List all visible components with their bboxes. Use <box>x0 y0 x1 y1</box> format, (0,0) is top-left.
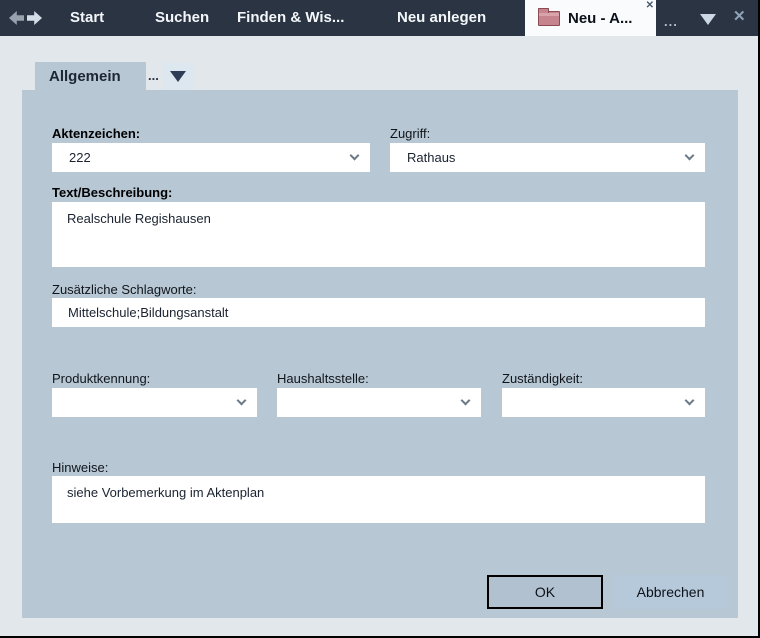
folder-icon <box>538 7 560 26</box>
produktkennung-label: Produktkennung: <box>52 371 151 386</box>
chevron-down-icon[interactable] <box>684 395 695 406</box>
tab-close-icon[interactable]: ✕ <box>646 0 654 11</box>
schlagworte-input[interactable] <box>52 298 705 327</box>
cancel-button[interactable]: Abbrechen <box>613 575 728 609</box>
schlagworte-label: Zusätzliche Schlagworte: <box>52 282 197 297</box>
forward-arrow-icon[interactable] <box>27 11 42 25</box>
tab-start[interactable]: Start <box>70 0 104 36</box>
nav-arrows <box>9 11 42 25</box>
chevron-down-icon[interactable] <box>460 395 471 406</box>
close-window-icon[interactable]: ✕ <box>733 7 746 25</box>
chevron-down-icon <box>170 71 186 82</box>
zustaendigkeit-label: Zuständigkeit: <box>502 371 583 386</box>
zugriff-label: Zugriff: <box>390 126 431 141</box>
ribbon-tab-bar: Start Suchen Finden & Wis... Neu anlegen… <box>0 0 758 36</box>
haushaltsstelle-label: Haushaltsstelle: <box>277 371 369 386</box>
aktenzeichen-label: Aktenzeichen: <box>52 126 141 141</box>
hinweise-textarea[interactable]: siehe Vorbemerkung im Aktenplan <box>52 476 705 523</box>
active-tab-label: Neu - A... <box>568 9 633 27</box>
tab-neu-akte-active[interactable]: Neu - A... ✕ <box>525 0 656 36</box>
application-window: Start Suchen Finden & Wis... Neu anlegen… <box>0 0 760 638</box>
zustaendigkeit-combobox[interactable] <box>502 388 705 417</box>
aktenzeichen-combobox[interactable]: 222 <box>52 143 370 172</box>
back-arrow-icon[interactable] <box>9 11 24 25</box>
hinweise-label: Hinweise: <box>52 460 109 475</box>
tab-list-dropdown-icon[interactable] <box>700 14 716 25</box>
chevron-down-icon[interactable] <box>236 395 247 406</box>
ok-button[interactable]: OK <box>487 575 603 609</box>
tab-strip-dropdown-button[interactable] <box>163 63 193 90</box>
beschreibung-label: Text/Beschreibung: <box>52 185 173 200</box>
produktkennung-combobox[interactable] <box>52 388 257 417</box>
tab-strip-overflow-dots[interactable]: ... <box>148 68 159 83</box>
tab-allgemein[interactable]: Allgemein <box>35 62 146 90</box>
form-panel: Aktenzeichen: 222 Zugriff: Rathaus Text/… <box>22 90 738 618</box>
tab-overflow-dots[interactable]: ... <box>664 14 678 29</box>
haushaltsstelle-combobox[interactable] <box>277 388 481 417</box>
tab-suchen[interactable]: Suchen <box>155 0 209 36</box>
zugriff-value: Rathaus <box>407 150 456 165</box>
aktenzeichen-value: 222 <box>69 150 91 165</box>
tab-finden[interactable]: Finden & Wis... <box>237 0 344 36</box>
beschreibung-textarea[interactable]: Realschule Regishausen <box>52 202 705 267</box>
tab-neu-anlegen[interactable]: Neu anlegen <box>397 0 486 36</box>
zugriff-combobox[interactable]: Rathaus <box>390 143 705 172</box>
